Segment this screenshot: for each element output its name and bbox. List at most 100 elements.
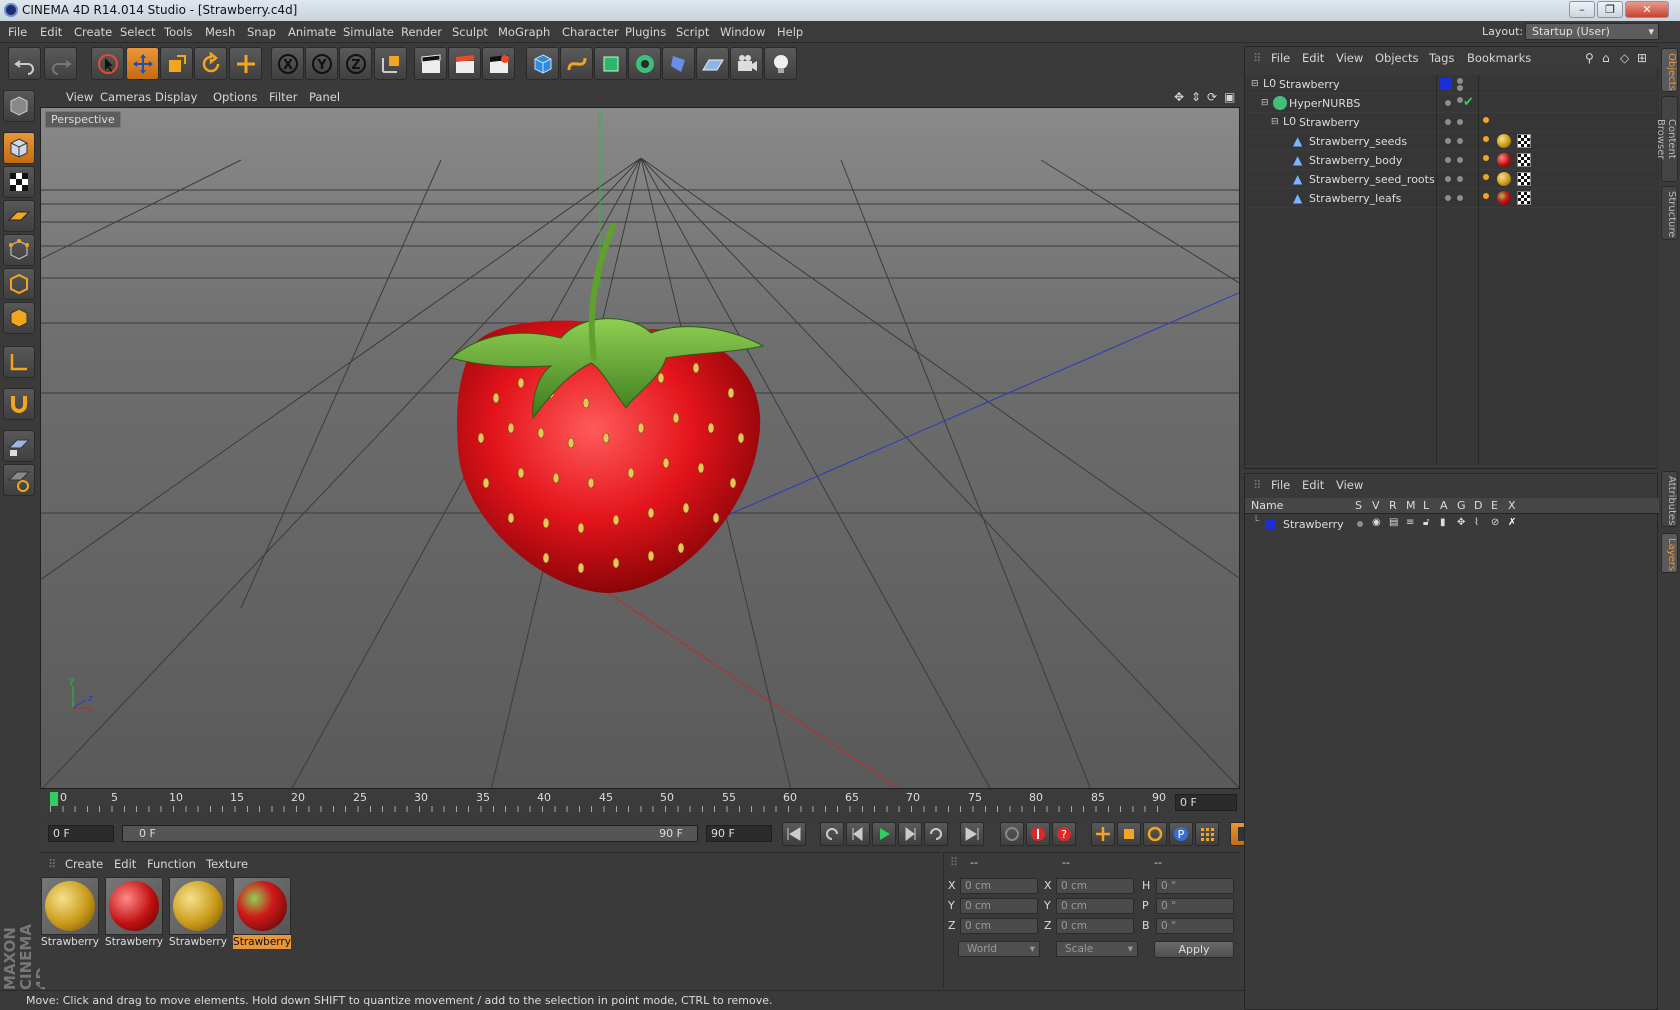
- record-button[interactable]: [1026, 822, 1050, 846]
- phong-tag-icon[interactable]: [1483, 136, 1489, 142]
- layer-color-swatch[interactable]: [1440, 78, 1452, 90]
- layer-col-view[interactable]: V: [1372, 499, 1380, 512]
- phong-tag-icon[interactable]: [1483, 193, 1489, 199]
- back-icon[interactable]: ◇: [1620, 51, 1629, 65]
- manager-icon[interactable]: ≡: [1406, 517, 1414, 528]
- render-view-button[interactable]: [414, 47, 447, 80]
- scale-tool-button[interactable]: [160, 47, 193, 80]
- y-axis-lock-button[interactable]: Y: [305, 47, 338, 80]
- material-menu-create[interactable]: Create: [65, 857, 103, 871]
- layers-menu-file[interactable]: File: [1271, 478, 1290, 492]
- material-swatch[interactable]: Strawberry: [105, 877, 163, 949]
- make-editable-button[interactable]: [3, 90, 35, 122]
- points-mode-button[interactable]: [3, 234, 35, 266]
- rotation-h-field[interactable]: 0 °: [1156, 878, 1234, 894]
- start-frame-field[interactable]: 0 F: [48, 825, 114, 842]
- objects-menu-edit[interactable]: Edit: [1302, 51, 1324, 65]
- render-visibility-dot[interactable]: [1457, 176, 1463, 182]
- move-tool-button[interactable]: [126, 47, 159, 80]
- material-tag-icon[interactable]: [1497, 134, 1511, 148]
- key-parameter-button[interactable]: P: [1169, 822, 1193, 846]
- undo-button[interactable]: [8, 47, 41, 80]
- minimize-button[interactable]: –: [1569, 1, 1595, 18]
- polygons-mode-button[interactable]: [3, 302, 35, 334]
- object-row[interactable]: ▲ Strawberry_body: [1245, 151, 1657, 170]
- home-icon[interactable]: ⌂: [1602, 51, 1610, 65]
- next-frame-button[interactable]: [898, 822, 922, 846]
- material-tag-icon[interactable]: [1497, 153, 1511, 167]
- play-button[interactable]: [872, 822, 896, 846]
- layer-col-xref[interactable]: X: [1508, 499, 1516, 512]
- render-visibility-dot[interactable]: [1457, 195, 1463, 201]
- menu-mesh[interactable]: Mesh: [205, 25, 235, 39]
- menu-snap[interactable]: Snap: [247, 25, 276, 39]
- previous-frame-button[interactable]: [846, 822, 870, 846]
- layout-select[interactable]: Startup (User) ▾: [1525, 23, 1659, 40]
- menu-select[interactable]: Select: [120, 25, 155, 39]
- layer-color-swatch[interactable]: [1265, 520, 1275, 530]
- locked-workplane-button[interactable]: [3, 430, 35, 462]
- snapping-button[interactable]: [3, 388, 35, 420]
- key-scale-button[interactable]: [1117, 822, 1141, 846]
- position-z-field[interactable]: 0 cm: [960, 918, 1038, 934]
- object-row[interactable]: ⊟ HyperNURBS ✔: [1245, 94, 1657, 113]
- apply-button[interactable]: Apply: [1154, 941, 1234, 958]
- size-y-field[interactable]: 0 cm: [1056, 898, 1134, 914]
- uvw-tag-icon[interactable]: [1517, 191, 1531, 205]
- planar-workplane-button[interactable]: [3, 464, 35, 496]
- autokey-button[interactable]: ?: [1052, 822, 1076, 846]
- editor-visibility-dot[interactable]: [1445, 195, 1451, 201]
- motion-tracks-button[interactable]: [1000, 822, 1024, 846]
- editor-visibility-dot[interactable]: [1445, 176, 1451, 182]
- objects-menu-bookmarks[interactable]: Bookmarks: [1467, 51, 1531, 65]
- live-selection-button[interactable]: [91, 47, 124, 80]
- viewport-menu-options[interactable]: Options: [213, 90, 257, 104]
- viewport-rotate-icon[interactable]: ⟳: [1207, 90, 1217, 104]
- uvw-tag-icon[interactable]: [1517, 153, 1531, 167]
- menu-file[interactable]: File: [8, 25, 27, 39]
- coordinate-system-button[interactable]: [374, 47, 407, 80]
- timeline-ruler[interactable]: 0 5 10 15 20 25 30 35 40 45 50 55 60 65 …: [40, 790, 1240, 816]
- material-tag-icon[interactable]: [1497, 172, 1511, 186]
- viewport-menu-display[interactable]: Display: [155, 90, 197, 104]
- layer-row[interactable]: └ Strawberry ◉ ▤ ≡ 🔓︎ ▮ ✥ ⌇ ⊘ ✗: [1245, 516, 1657, 534]
- layer-solo-toggle[interactable]: [1357, 521, 1363, 527]
- tab-content-browser[interactable]: Content Browser: [1655, 96, 1678, 182]
- collapse-icon[interactable]: ⊟: [1261, 98, 1269, 108]
- x-axis-lock-button[interactable]: X: [271, 47, 304, 80]
- go-to-end-button[interactable]: [960, 822, 984, 846]
- menu-animate[interactable]: Animate: [288, 25, 336, 39]
- edges-mode-button[interactable]: [3, 268, 35, 300]
- material-swatch[interactable]: Strawberry: [169, 877, 227, 949]
- texture-mode-button[interactable]: [3, 166, 35, 198]
- end-frame-field[interactable]: 90 F: [706, 825, 772, 842]
- eye-icon[interactable]: ◉: [1372, 517, 1381, 528]
- uvw-tag-icon[interactable]: [1517, 134, 1531, 148]
- rotation-p-field[interactable]: 0 °: [1156, 898, 1234, 914]
- position-x-field[interactable]: 0 cm: [960, 878, 1038, 894]
- z-axis-lock-button[interactable]: Z: [339, 47, 372, 80]
- workplane-mode-button[interactable]: [3, 200, 35, 232]
- preview-range-slider[interactable]: 0 F 90 F: [122, 825, 698, 842]
- xref-icon[interactable]: ✗: [1508, 517, 1516, 528]
- menu-sculpt[interactable]: Sculpt: [452, 25, 488, 39]
- material-menu-texture[interactable]: Texture: [206, 857, 248, 871]
- material-swatch[interactable]: Strawberry: [41, 877, 99, 949]
- column-divider[interactable]: [1478, 75, 1479, 465]
- menu-simulate[interactable]: Simulate: [343, 25, 394, 39]
- render-icon[interactable]: ▤: [1389, 517, 1398, 528]
- new-panel-icon[interactable]: ⊞: [1637, 51, 1647, 65]
- layer-col-render[interactable]: R: [1389, 499, 1397, 512]
- menu-create[interactable]: Create: [74, 25, 112, 39]
- add-environment-button[interactable]: [696, 47, 729, 80]
- add-deformer-button[interactable]: [662, 47, 695, 80]
- generator-icon[interactable]: ✥: [1457, 517, 1465, 528]
- material-tag-icon[interactable]: [1497, 191, 1511, 205]
- layer-col-solo[interactable]: S: [1355, 499, 1362, 512]
- render-visibility-dot[interactable]: [1457, 157, 1463, 163]
- add-cube-button[interactable]: [526, 47, 559, 80]
- tab-layers[interactable]: Layers: [1661, 533, 1678, 573]
- size-mode-select[interactable]: Scale ▾: [1056, 941, 1138, 957]
- add-camera-button[interactable]: [730, 47, 763, 80]
- viewport-menu-filter[interactable]: Filter: [269, 90, 297, 104]
